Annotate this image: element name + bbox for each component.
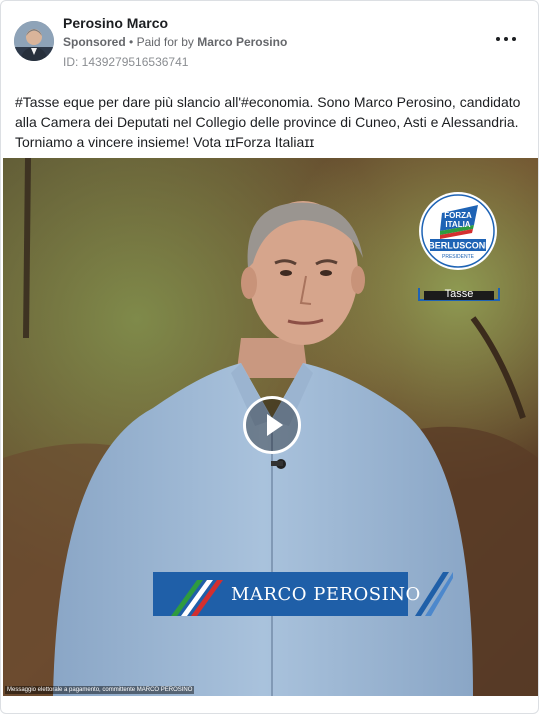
payer-name[interactable]: Marco Perosino [197, 35, 287, 49]
topic-tag-text: Tasse [444, 288, 474, 300]
logo-text-4: PRESIDENTE [442, 254, 475, 260]
page-avatar[interactable] [14, 21, 54, 61]
logo-text-2: ITALIA [445, 220, 470, 229]
ad-card: Perosino Marco Sponsored • Paid for by M… [0, 0, 539, 714]
post-header: Perosino Marco Sponsored • Paid for by M… [1, 1, 538, 81]
paid-message-disclaimer: Messaggio elettorale a pagamento, commit… [5, 686, 195, 694]
dot [512, 37, 516, 41]
paid-for-by-label: Paid for by [136, 35, 194, 49]
play-triangle [267, 414, 283, 436]
play-icon[interactable] [243, 396, 301, 454]
logo-text-3: BERLUSCONI [428, 241, 488, 251]
topic-tag: Tasse [418, 288, 500, 301]
forza-italia-logo: FORZA ITALIA BERLUSCONI PRESIDENTE [418, 191, 498, 271]
video-player[interactable]: FORZA ITALIA BERLUSCONI PRESIDENTE Tasse [3, 158, 538, 696]
party-logo-icon: FORZA ITALIA BERLUSCONI PRESIDENTE [419, 192, 497, 270]
ad-id: ID: 1439279516536741 [63, 55, 189, 69]
post-text: #Tasse eque per dare più slancio all'#ec… [15, 94, 521, 150]
logo-text-1: FORZA [444, 211, 472, 220]
avatar-image [14, 21, 54, 61]
dot [496, 37, 500, 41]
sponsored-line: Sponsored • Paid for by Marco Perosino [63, 35, 287, 49]
page-name[interactable]: Perosino Marco [63, 15, 168, 31]
dot [504, 37, 508, 41]
sponsored-label: Sponsored [63, 35, 126, 49]
more-options-icon[interactable] [496, 31, 516, 47]
lower-third-name: MARCO PEROSINO [231, 584, 421, 605]
meta-separator: • [129, 35, 134, 49]
name-lower-third: MARCO PEROSINO [153, 572, 453, 616]
